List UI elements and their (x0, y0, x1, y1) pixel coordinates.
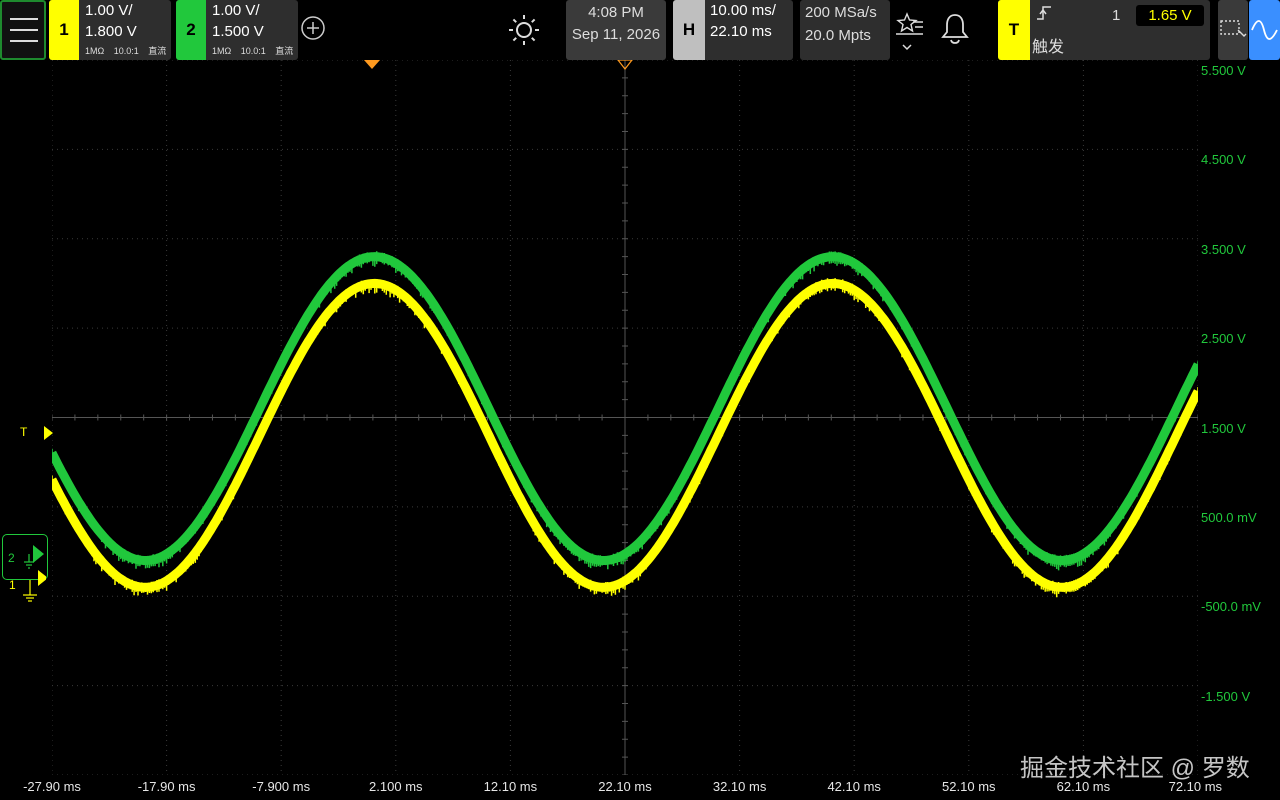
channel2-impedance: 1MΩ (212, 46, 232, 56)
trigger-level[interactable]: 1.65 V (1136, 5, 1204, 26)
channel1-coupling: 直流 (148, 46, 167, 56)
trigger-panel[interactable]: T 1 1.65 V 触发 (998, 0, 1210, 60)
bell-icon[interactable] (940, 12, 970, 46)
channel2-coupling: 直流 (275, 46, 294, 56)
x-axis-label: 22.10 ms (598, 779, 652, 794)
horizontal-panel[interactable]: H 10.00 ms/ 22.10 ms (673, 0, 793, 60)
clock-time: 4:08 PM (588, 4, 644, 21)
horizontal-delay: 22.10 ms (710, 23, 772, 40)
channel2-panel[interactable]: 2 1.00 V/ 1.500 V 1MΩ 10.0:1 直流 (176, 0, 298, 60)
channel2-offset: 1.500 V (212, 23, 264, 40)
menu-button[interactable] (0, 0, 46, 60)
zoom-icon (1220, 20, 1247, 37)
zoom-button[interactable] (1218, 0, 1248, 60)
memory-depth: 20.0 Mpts (805, 27, 871, 44)
add-channel-icon[interactable] (301, 16, 325, 40)
channel1-probe: 10.0:1 (113, 46, 139, 56)
waveform-button[interactable] (1249, 0, 1280, 60)
ground-icon (24, 545, 44, 569)
channel1-panel[interactable]: 1 1.00 V/ 1.800 V 1MΩ 10.0:1 直流 (49, 0, 171, 60)
rising-edge-icon (1037, 6, 1051, 20)
clock-panel[interactable]: 4:08 PM Sep 11, 2026 (566, 0, 666, 60)
top-toolbar: 1 1.00 V/ 1.800 V 1MΩ 10.0:1 直流 2 1.00 V… (0, 0, 1280, 60)
channel1-impedance: 1MΩ (85, 46, 105, 56)
trigger-source: 1 (1112, 7, 1121, 24)
channel1-scale: 1.00 V/ (85, 2, 133, 19)
x-axis-label: 52.10 ms (942, 779, 996, 794)
y-axis-label: -1.500 V (1201, 688, 1251, 704)
channel1-offset: 1.800 V (85, 23, 137, 40)
y-axis-label: 5.500 V (1201, 63, 1246, 78)
waveform-display[interactable] (52, 60, 1198, 775)
y-axis-label: 1.500 V (1201, 420, 1246, 436)
trigger-position-marker[interactable] (364, 60, 380, 69)
trigger-tab[interactable]: T (998, 0, 1030, 60)
channel2-tab[interactable]: 2 (176, 0, 206, 60)
watermark: 掘金技术社区 @ 罗数 (1020, 755, 1250, 782)
trigger-mode: 触发 (1032, 39, 1065, 56)
x-axis-label: 32.10 ms (712, 779, 767, 794)
x-axis-label: 2.100 ms (369, 779, 423, 794)
brightness-icon[interactable] (508, 14, 540, 46)
x-axis-label: -17.90 ms (137, 779, 196, 794)
ground-icon (23, 570, 46, 602)
clock-date: Sep 11, 2026 (571, 26, 661, 43)
x-axis-label: -27.90 ms (23, 779, 81, 794)
y-axis-label: -500.0 mV (1201, 599, 1261, 615)
acquisition-panel[interactable]: 200 MSa/s 20.0 Mpts (800, 0, 890, 60)
measure-icon[interactable] (893, 10, 925, 54)
waveform-icon (1251, 20, 1278, 40)
channel2-scale: 1.00 V/ (212, 2, 260, 19)
y-axis-label: 500.0 mV (1201, 509, 1257, 525)
y-axis-label: 3.500 V (1201, 241, 1246, 257)
channel1-ground-marker[interactable]: 1 (2, 568, 50, 604)
x-axis-label: 42.10 ms (827, 779, 881, 794)
channel2-probe: 10.0:1 (240, 46, 266, 56)
horizontal-tab[interactable]: H (673, 0, 705, 60)
horizontal-scale: 10.00 ms/ (710, 2, 776, 19)
x-axis-label: -7.900 ms (252, 779, 311, 794)
trigger-level-marker[interactable]: T (20, 425, 54, 441)
x-axis-label: 12.10 ms (483, 779, 538, 794)
trigger-marker-arrow-icon (44, 426, 54, 440)
sample-rate: 200 MSa/s (805, 4, 877, 21)
channel1-tab[interactable]: 1 (49, 0, 79, 60)
y-axis-label: 2.500 V (1201, 331, 1246, 347)
menu-icon (10, 18, 38, 20)
y-axis-label: 4.500 V (1201, 152, 1246, 168)
